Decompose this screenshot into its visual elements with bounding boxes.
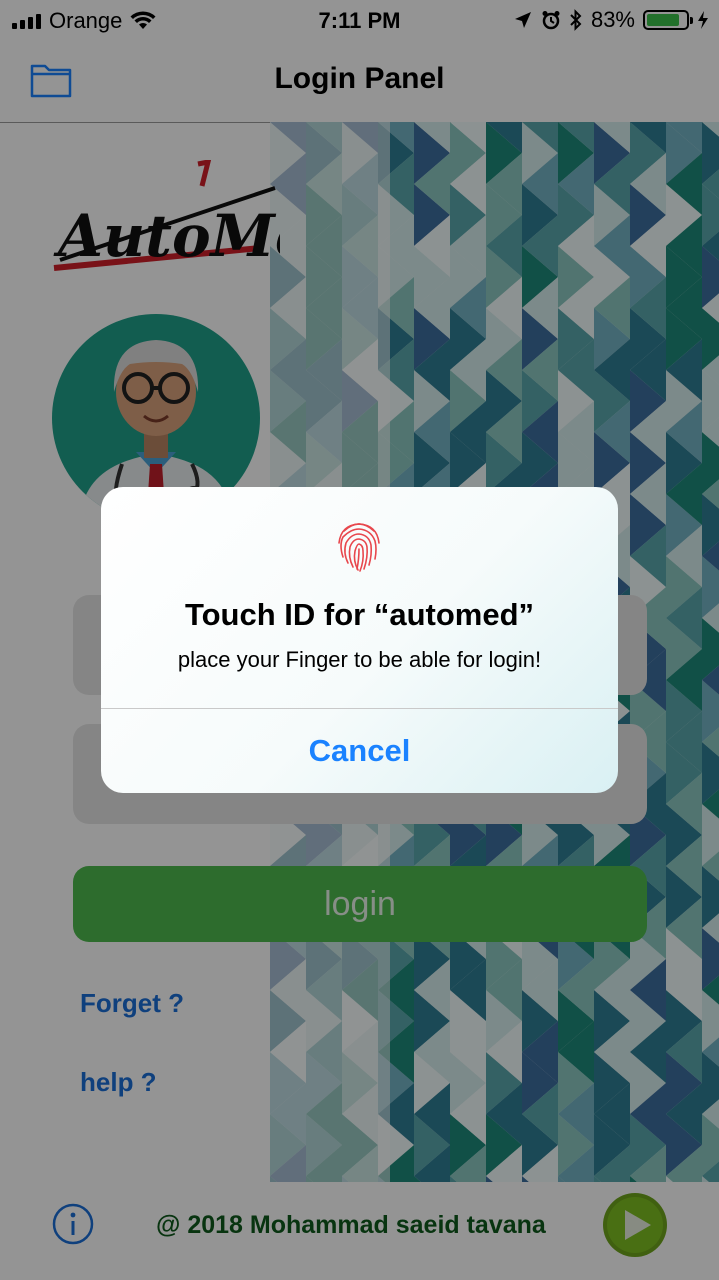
- cancel-button[interactable]: Cancel: [101, 709, 618, 793]
- touch-id-alert: Touch ID for “automed” place your Finger…: [101, 487, 618, 793]
- alert-title: Touch ID for “automed”: [184, 597, 535, 632]
- login-screen: Orange 7:11 PM 83% Login Panel AutoM log…: [0, 0, 719, 1280]
- alert-message: place your Finger to be able for login!: [177, 647, 542, 672]
- fingerprint-icon: [338, 523, 380, 572]
